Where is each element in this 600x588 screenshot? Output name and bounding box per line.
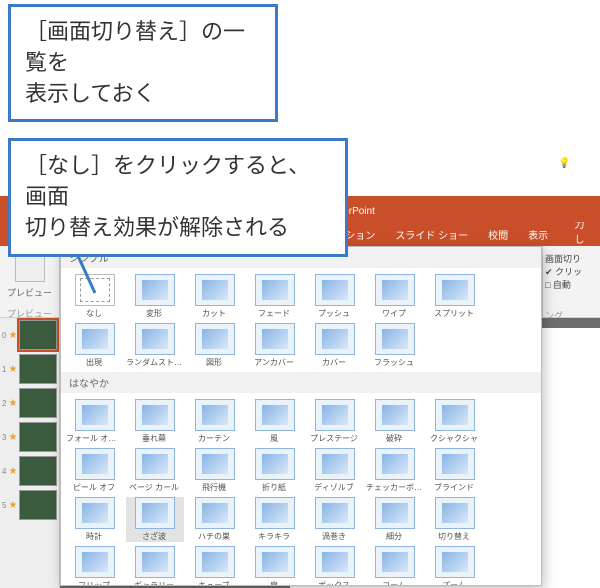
transition-fade[interactable]: フェード	[246, 274, 304, 319]
thumb-2[interactable]: 2★	[0, 386, 59, 420]
thumb-0[interactable]: 0★	[0, 318, 59, 352]
transition-flash[interactable]: フラッシュ	[366, 323, 424, 368]
grid-simple: なし 変形 カット フェード プッシュ ワイプ スプリット 出現 ランダムスト……	[61, 268, 541, 372]
transition-cover[interactable]: カバー	[306, 323, 364, 368]
slide-thumbnails: 0★ 1★ 2★ 3★ 4★ 5★	[0, 318, 60, 588]
transition-split[interactable]: スプリット	[426, 274, 484, 319]
callout1-line2: 表示しておく	[25, 81, 156, 106]
timing-row-b[interactable]: ✔ クリッ	[545, 265, 598, 278]
transition-honeycomb[interactable]: ハチの巣	[186, 497, 244, 542]
callout1-line1: ［画面切り替え］の一覧を	[25, 19, 245, 75]
transition-page-curl[interactable]: ページ カール	[126, 448, 184, 493]
star-icon: ★	[8, 398, 17, 409]
star-icon: ★	[8, 500, 17, 511]
transition-crush[interactable]: クシャクシャ	[426, 399, 484, 444]
transition-switch[interactable]: 切り替え	[426, 497, 484, 542]
transition-box[interactable]: ボックス	[306, 546, 364, 586]
transition-morph[interactable]: 変形	[126, 274, 184, 319]
transition-shred[interactable]: 細分	[366, 497, 424, 542]
transition-blinds[interactable]: ブラインド	[426, 448, 484, 493]
thumb-1[interactable]: 1★	[0, 352, 59, 386]
transition-prestige[interactable]: プレステージ	[306, 399, 364, 444]
transition-dissolve[interactable]: ディゾルブ	[306, 448, 364, 493]
transition-wipe[interactable]: ワイプ	[366, 274, 424, 319]
timing-row-c[interactable]: □ 自動	[545, 278, 598, 291]
transition-flip[interactable]: フリップ	[66, 546, 124, 586]
transition-airplane[interactable]: 飛行機	[186, 448, 244, 493]
callout2-line1: ［なし］をクリックすると、画面	[25, 153, 310, 209]
star-icon: ★	[8, 364, 17, 375]
transition-drape[interactable]: 垂れ幕	[126, 399, 184, 444]
instruction-callout-2: ［なし］をクリックすると、画面 切り替え効果が解除される	[8, 138, 348, 256]
callout2-line2: 切り替え効果が解除される	[25, 215, 289, 240]
transition-random-bars[interactable]: ランダムスト…	[126, 323, 184, 368]
transition-peel-off[interactable]: ピール オフ	[66, 448, 124, 493]
transition-clock[interactable]: 時計	[66, 497, 124, 542]
section-fancy: はなやか	[61, 372, 541, 393]
transition-fall-over[interactable]: フォール オー…	[66, 399, 124, 444]
transition-checkerboard[interactable]: チェッカーボード	[366, 448, 424, 493]
transition-shape[interactable]: 図形	[186, 323, 244, 368]
grid-fancy: フォール オー… 垂れ幕 カーテン 風 プレステージ 破砕 クシャクシャ ピール…	[61, 393, 541, 586]
transition-origami[interactable]: 折り紙	[246, 448, 304, 493]
transition-cut[interactable]: カット	[186, 274, 244, 319]
star-icon: ★	[8, 330, 17, 341]
thumb-3[interactable]: 3★	[0, 420, 59, 454]
transition-wind[interactable]: 風	[246, 399, 304, 444]
transition-push[interactable]: プッシュ	[306, 274, 364, 319]
star-icon: ★	[8, 432, 17, 443]
transition-gallery[interactable]: ギャラリー	[126, 546, 184, 586]
transition-gallery-dropdown: シンプル なし 変形 カット フェード プッシュ ワイプ スプリット 出現 ラン…	[60, 246, 542, 586]
transition-ripple[interactable]: さざ波	[126, 497, 184, 542]
transition-fracture[interactable]: 破砕	[366, 399, 424, 444]
star-icon: ★	[8, 466, 17, 477]
transition-zoom[interactable]: ズーム	[426, 546, 484, 586]
transition-comb[interactable]: コーム	[366, 546, 424, 586]
transition-doors[interactable]: 扉	[246, 546, 304, 586]
transition-curtains[interactable]: カーテン	[186, 399, 244, 444]
thumb-5[interactable]: 5★	[0, 488, 59, 522]
transition-appear[interactable]: 出現	[66, 323, 124, 368]
instruction-callout-1: ［画面切り替え］の一覧を 表示しておく	[8, 4, 278, 122]
transition-glitter[interactable]: キラキラ	[246, 497, 304, 542]
transition-vortex[interactable]: 渦巻き	[306, 497, 364, 542]
transition-uncover[interactable]: アンカバー	[246, 323, 304, 368]
thumb-4[interactable]: 4★	[0, 454, 59, 488]
transition-cube[interactable]: キューブ	[186, 546, 244, 586]
